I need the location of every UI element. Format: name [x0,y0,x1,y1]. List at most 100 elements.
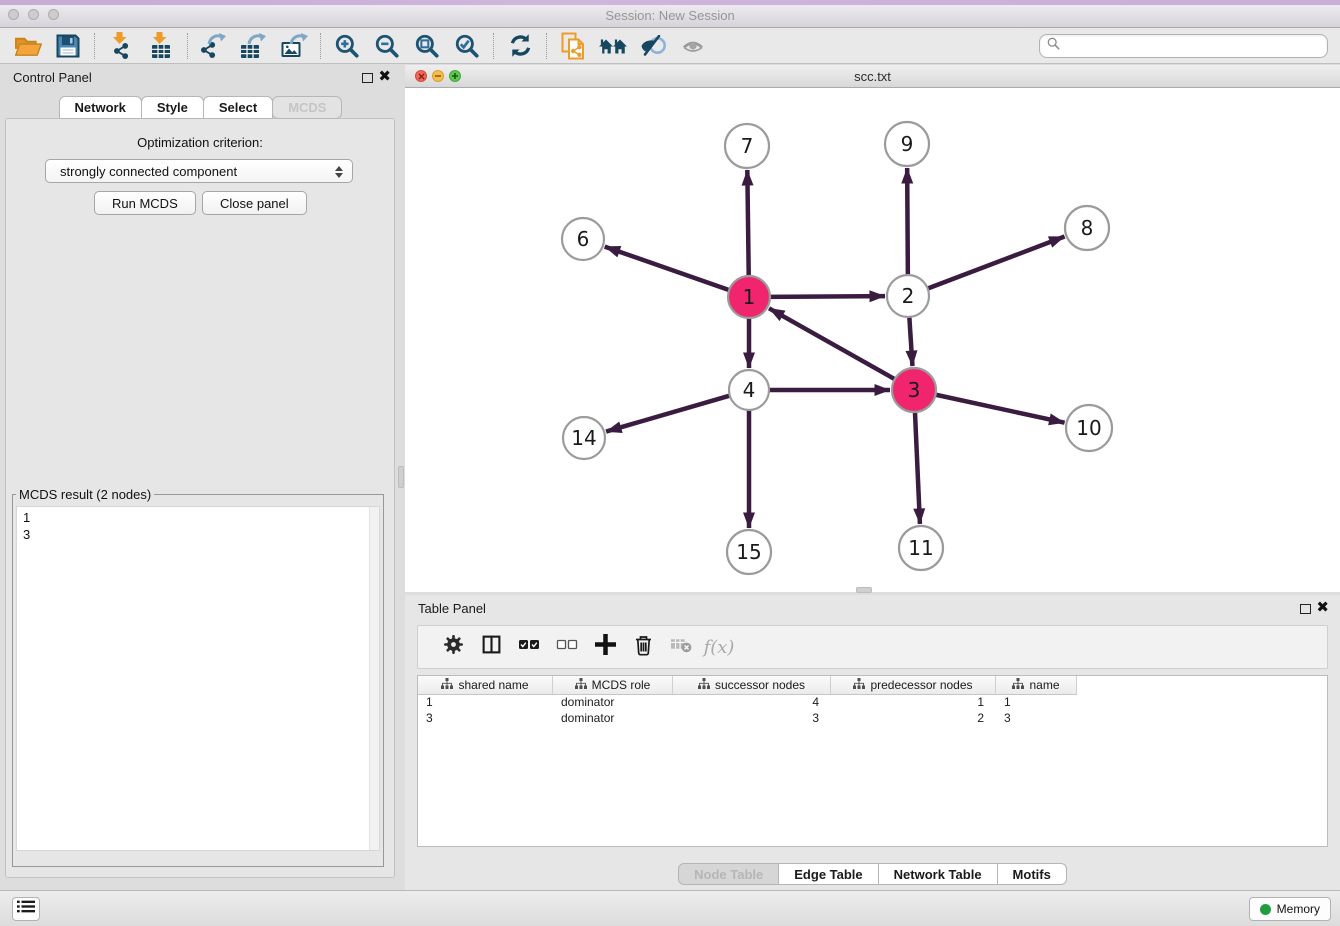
network-canvas[interactable]: 7968124314101511 [405,88,1340,591]
tab-network-table[interactable]: Network Table [878,863,998,885]
graph-edge-2-9[interactable] [907,168,908,277]
table-panel-title: Table Panel [418,601,486,616]
column-header-shared-name[interactable]: shared name [418,676,553,695]
main-toolbar [0,28,1340,64]
deselect-all-rows-button[interactable] [548,629,586,665]
table-panel: Table Panel ✖ f(x) shared nameMCDS roles… [405,595,1340,890]
task-history-button[interactable] [12,897,40,921]
table-row-1[interactable]: 1dominator411 [418,695,1327,711]
cell-successor-nodes: 3 [673,711,831,727]
tab-mcds[interactable]: MCDS [272,96,342,119]
export-image-button[interactable] [274,30,314,62]
zoom-fit-button[interactable] [407,30,447,62]
criterion-select[interactable]: strongly connected component [45,159,353,183]
hide-selected-button[interactable] [633,30,673,62]
graph-edge-1-2[interactable] [768,296,885,297]
graph-node-label-14: 14 [571,426,596,450]
graph-edge-1-6[interactable] [605,247,731,291]
add-column-button[interactable] [586,629,624,665]
import-network-button[interactable] [101,30,141,62]
close-panel-button[interactable]: Close panel [202,191,307,215]
export-network-button[interactable] [194,30,234,62]
eye-slash-icon [640,35,667,56]
mcds-result-box[interactable]: 1 3 [16,506,380,851]
columns-icon [481,634,502,660]
close-panel-icon[interactable]: ✖ [378,67,391,87]
mcds-panel: Optimization criterion: strongly connect… [5,118,395,878]
trash-icon [633,634,654,661]
select-all-icon [518,635,540,659]
window-titlebar: Session: New Session [0,0,1340,28]
column-label: successor nodes [715,678,805,692]
column-header-successor-nodes[interactable]: successor nodes [673,676,831,695]
graph-edge-3-1[interactable] [769,308,897,380]
show-columns-button[interactable] [472,629,510,665]
graph-node-label-3: 3 [908,378,921,402]
graph-edge-1-7[interactable] [747,170,748,278]
mcds-result-group: MCDS result (2 nodes) 1 3 [12,487,384,867]
column-type-icon [1012,678,1024,692]
import-table-button[interactable] [141,30,181,62]
control-panel-tabs: NetworkStyleSelectMCDS [0,96,400,119]
network-window-titlebar[interactable]: scc.txt [405,65,1340,88]
horizontal-splitter-grip[interactable] [856,587,872,593]
zoom-selected-button[interactable] [447,30,487,62]
close-table-panel-icon[interactable]: ✖ [1316,598,1329,618]
graph-edge-3-10[interactable] [934,394,1065,422]
neighbors-button[interactable] [593,30,633,62]
run-mcds-button[interactable]: Run MCDS [94,191,196,215]
clone-network-button[interactable] [553,30,593,62]
cell-predecessor-nodes: 1 [831,695,996,711]
column-header-predecessor-nodes[interactable]: predecessor nodes [831,676,996,695]
table-header-row: shared nameMCDS role successor nodes prede… [418,676,1327,695]
graph-edge-4-14[interactable] [606,395,732,432]
graph-node-label-15: 15 [736,540,761,564]
column-type-icon [853,678,865,692]
memory-label: Memory [1277,902,1320,916]
tab-node-table[interactable]: Node Table [678,863,779,885]
graph-node-label-2: 2 [902,284,915,308]
show-all-button[interactable] [673,30,713,62]
search-box[interactable] [1039,34,1328,58]
column-header-mcds-role[interactable]: MCDS role [553,676,673,695]
graph-edge-2-3[interactable] [909,315,912,366]
graph-node-label-8: 8 [1081,216,1094,240]
cell-shared-name: 1 [418,695,553,711]
tab-network[interactable]: Network [59,96,142,119]
table-tabs: Node TableEdge TableNetwork TableMotifs [405,863,1340,885]
graph-node-label-7: 7 [741,134,754,158]
table-settings-button[interactable] [434,629,472,665]
column-header-name[interactable]: name [996,676,1077,695]
function-builder-button[interactable]: f(x) [700,629,738,665]
column-label: predecessor nodes [870,678,972,692]
float-panel-icon[interactable] [362,73,373,83]
zoom-in-button[interactable] [327,30,367,62]
graph-node-label-4: 4 [743,378,756,402]
toolbar-separator [94,33,95,59]
tab-motifs[interactable]: Motifs [997,863,1067,885]
select-all-rows-button[interactable] [510,629,548,665]
delete-table-icon [671,636,692,658]
cell-name: 3 [996,711,1077,727]
save-session-button[interactable] [48,30,88,62]
delete-column-button[interactable] [624,629,662,665]
delete-table-button[interactable] [662,629,700,665]
graph-node-label-10: 10 [1076,416,1101,440]
float-table-panel-icon[interactable] [1300,604,1311,614]
export-table-button[interactable] [234,30,274,62]
open-session-button[interactable] [8,30,48,62]
memory-button[interactable]: Memory [1249,897,1331,921]
graph-edge-3-11[interactable] [915,410,920,524]
search-input[interactable] [1065,39,1327,53]
graph-node-label-9: 9 [901,132,914,156]
tab-style[interactable]: Style [141,96,204,119]
table-row-2[interactable]: 3dominator323 [418,711,1327,727]
zoom-fit-icon [414,33,440,59]
tab-select[interactable]: Select [203,96,273,119]
apply-layout-button[interactable] [500,30,540,62]
result-scrollbar[interactable] [369,507,379,850]
zoom-out-button[interactable] [367,30,407,62]
vertical-splitter-grip[interactable] [398,466,404,488]
tab-edge-table[interactable]: Edge Table [778,863,878,885]
graph-edge-2-8[interactable] [926,237,1065,290]
